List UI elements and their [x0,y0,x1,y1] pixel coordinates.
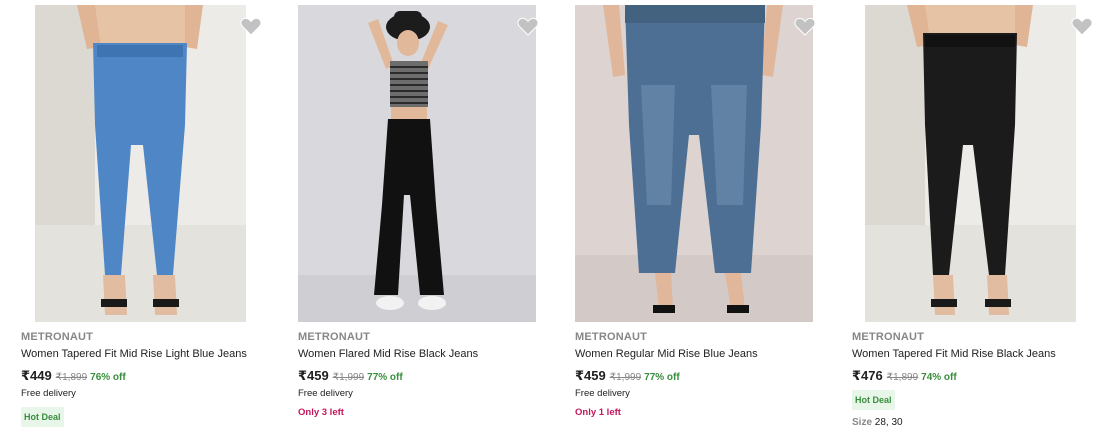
product-discount: 76% off [90,372,126,383]
size-values: 28, 30 [874,417,903,428]
product-brand: METRONAUT [298,331,371,343]
product-title[interactable]: Women Tapered Fit Mid Rise Black Jeans [852,347,1102,361]
wishlist-heart-icon[interactable] [239,14,263,38]
product-info: METRONAUT Women Flared Mid Rise Black Je… [298,330,548,419]
product-price: ₹476 [852,368,883,383]
product-image[interactable] [575,5,813,322]
product-price: ₹459 [298,368,329,383]
hot-deal-badge: Hot Deal [21,407,64,427]
product-mrp: ₹1,999 [332,372,365,383]
product-card[interactable]: METRONAUT Women Tapered Fit Mid Rise Lig… [0,0,277,432]
stock-left-label: Only 1 left [575,407,621,418]
price-row: ₹449 ₹1,899 76% off [21,368,271,384]
product-title[interactable]: Women Regular Mid Rise Blue Jeans [575,347,825,361]
product-image[interactable] [35,5,246,322]
product-discount: 74% off [921,372,957,383]
delivery-info: Free delivery [298,388,353,399]
size-label: Size [852,417,873,428]
product-mrp: ₹1,999 [609,372,642,383]
product-brand: METRONAUT [575,331,648,343]
product-image[interactable] [298,5,536,322]
hot-deal-badge: Hot Deal [852,390,895,410]
delivery-info: Free delivery [21,388,76,399]
product-brand: METRONAUT [21,331,94,343]
delivery-info: Free delivery [575,388,630,399]
product-title[interactable]: Women Tapered Fit Mid Rise Light Blue Je… [21,347,271,361]
product-mrp: ₹1,899 [886,372,919,383]
wishlist-heart-icon[interactable] [1070,14,1094,38]
product-discount: 77% off [644,372,680,383]
price-row: ₹476 ₹1,899 74% off [852,368,1102,384]
product-brand: METRONAUT [852,331,925,343]
product-card[interactable]: METRONAUT Women Tapered Fit Mid Rise Bla… [831,0,1104,432]
wishlist-heart-icon[interactable] [793,14,817,38]
product-info: METRONAUT Women Tapered Fit Mid Rise Bla… [852,330,1102,428]
product-info: METRONAUT Women Regular Mid Rise Blue Je… [575,330,825,419]
product-image[interactable] [865,5,1076,322]
product-grid: METRONAUT Women Tapered Fit Mid Rise Lig… [0,0,1104,432]
product-price: ₹459 [575,368,606,383]
product-card[interactable]: METRONAUT Women Regular Mid Rise Blue Je… [554,0,831,432]
product-info: METRONAUT Women Tapered Fit Mid Rise Lig… [21,330,271,427]
product-mrp: ₹1,899 [55,372,88,383]
product-title[interactable]: Women Flared Mid Rise Black Jeans [298,347,548,361]
size-options: Size 28, 30 [852,417,1102,428]
price-row: ₹459 ₹1,999 77% off [575,368,825,384]
product-price: ₹449 [21,368,52,383]
stock-left-label: Only 3 left [298,407,344,418]
price-row: ₹459 ₹1,999 77% off [298,368,548,384]
wishlist-heart-icon[interactable] [516,14,540,38]
product-card[interactable]: METRONAUT Women Flared Mid Rise Black Je… [277,0,554,432]
product-discount: 77% off [367,372,403,383]
